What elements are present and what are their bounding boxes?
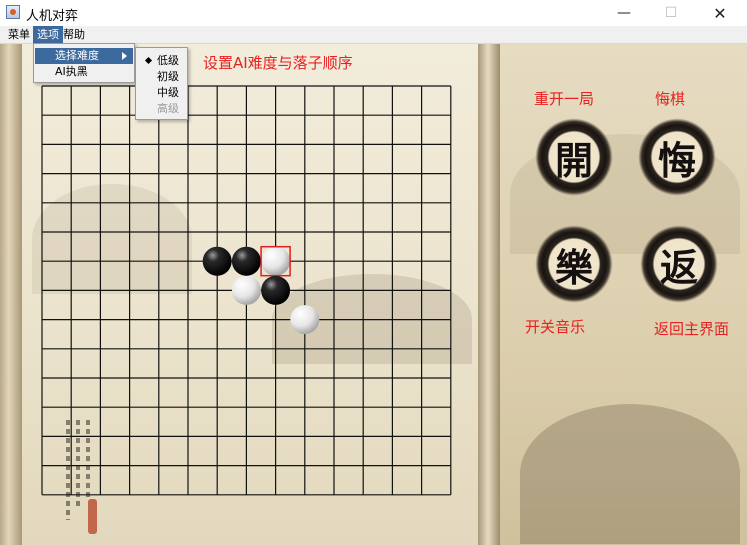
hint-text: 设置AI难度与落子顺序 [203,54,353,72]
back-label: 返回主界面 [654,320,730,338]
undo-glyph: 悔 [657,137,696,183]
undo-button[interactable]: 悔 [638,118,716,196]
difficulty-submenu: 低级 初级 中级 高级 [135,47,188,120]
back-to-main-button[interactable]: 返 [640,225,718,303]
menu-item-ai-black[interactable]: AI执黑 [35,64,133,80]
difficulty-medium[interactable]: 中级 [136,85,187,101]
music-label: 开关音乐 [525,318,586,336]
restart-glyph: 開 [554,137,593,183]
selected-radio-icon [144,56,153,65]
restart-button[interactable]: 開 [535,118,613,196]
black-stone [261,275,291,305]
music-toggle-button[interactable]: 樂 [535,225,613,303]
music-glyph: 樂 [554,244,593,290]
undo-label: 悔棋 [655,90,686,108]
back-glyph: 返 [659,244,698,290]
white-stone [261,246,291,276]
difficulty-high: 高级 [157,102,179,115]
restart-label: 重开一局 [534,90,595,108]
difficulty-low[interactable]: 低级 [136,53,187,69]
black-stone [231,246,261,276]
menu-item-select-difficulty[interactable]: 选择难度 [35,48,133,64]
difficulty-beginner[interactable]: 初级 [136,69,187,85]
difficulty-low-label: 低级 [157,54,179,67]
white-stone [231,275,261,305]
white-stone [290,305,320,335]
black-stone [202,246,232,276]
submenu-arrow-icon [122,52,127,60]
options-dropdown: 选择难度 AI执黑 [33,43,135,83]
select-difficulty-label: 选择难度 [55,49,99,62]
